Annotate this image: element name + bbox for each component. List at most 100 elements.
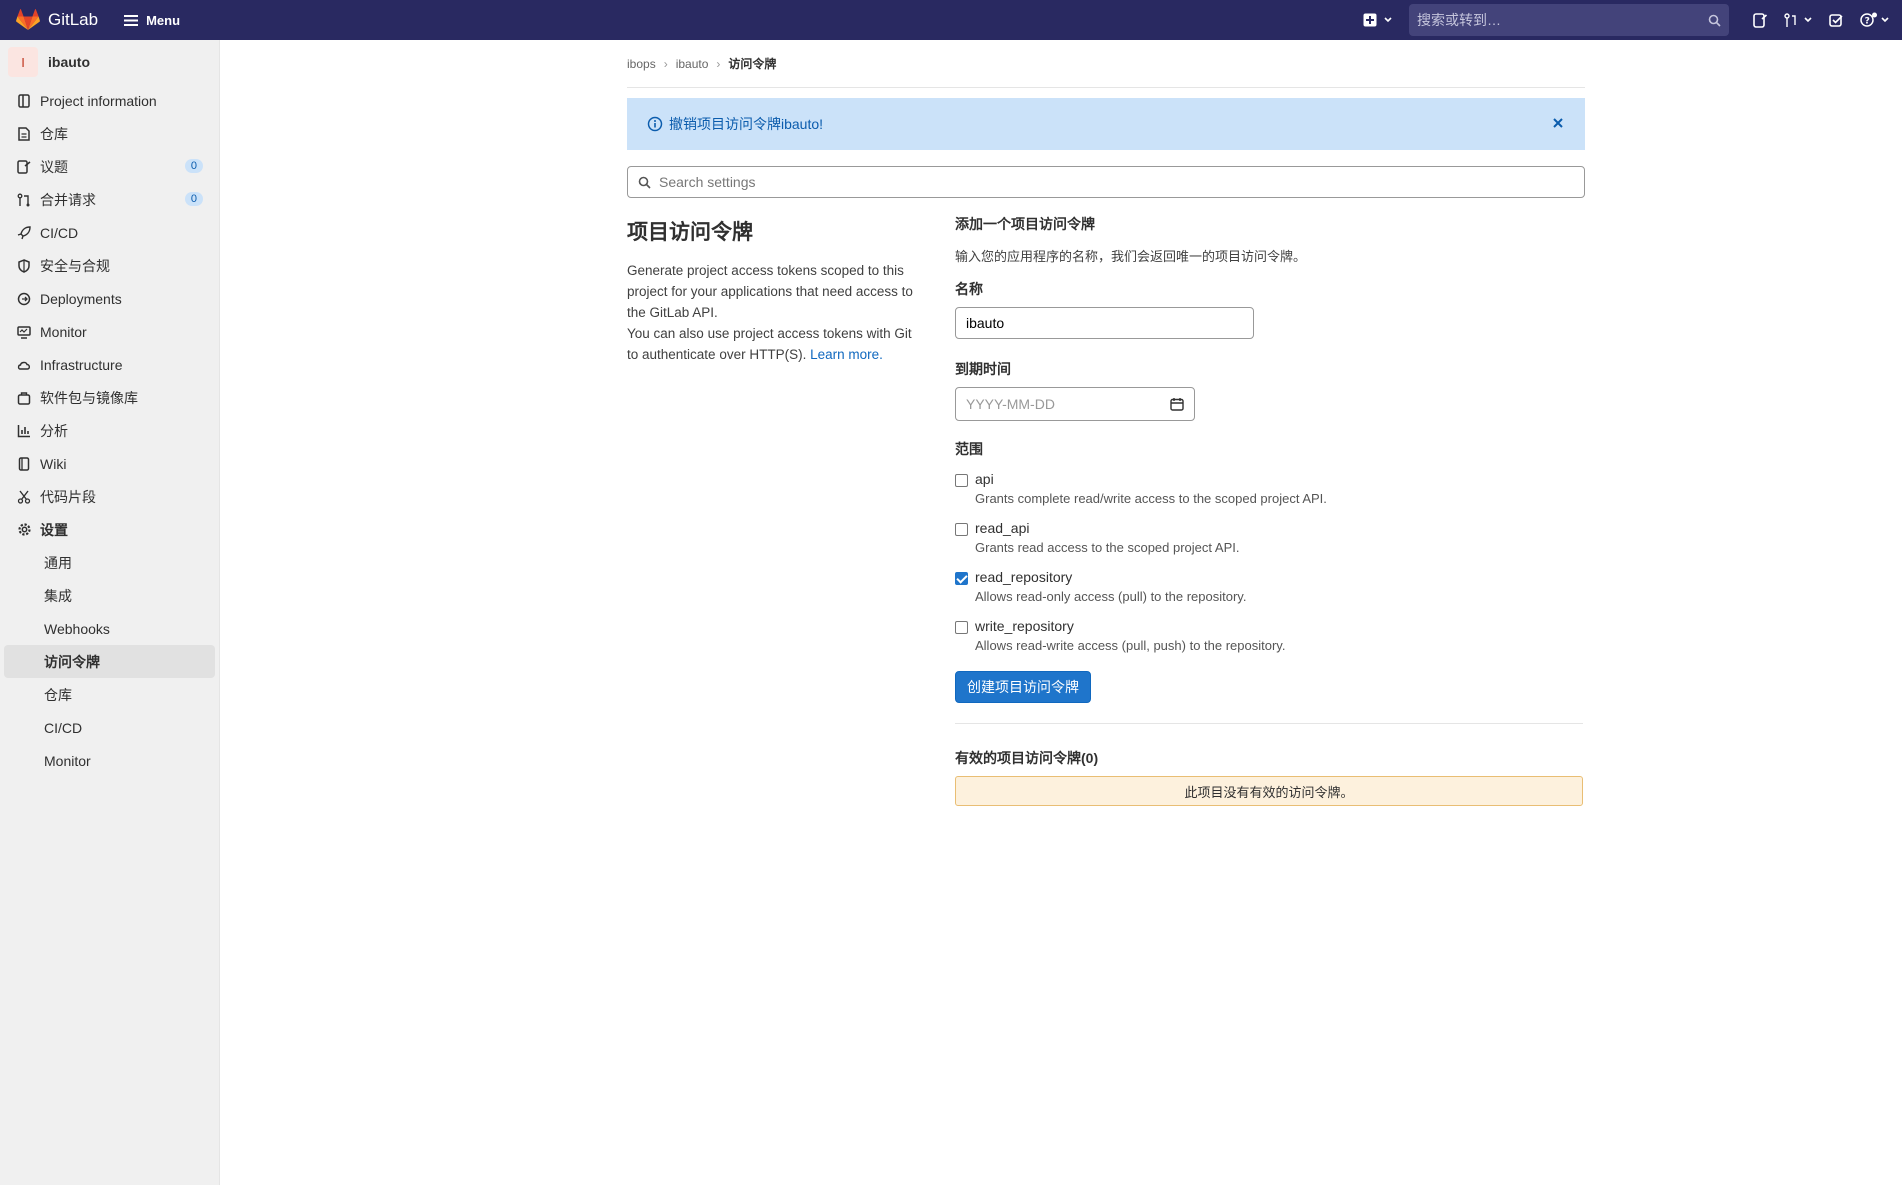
package-icon: [16, 390, 32, 406]
scope-checkbox-api[interactable]: [955, 474, 968, 487]
question-icon: ?: [1860, 12, 1877, 27]
sidebar-item-repository[interactable]: 仓库: [0, 117, 219, 150]
scope-checkbox-read-repository[interactable]: [955, 572, 968, 585]
scope-option-read-api[interactable]: read_api Grants read access to the scope…: [955, 520, 1583, 555]
sidebar-item-settings[interactable]: 设置: [0, 513, 219, 546]
sidebar-item-wiki[interactable]: Wiki: [0, 447, 219, 480]
menu-button[interactable]: Menu: [124, 13, 180, 28]
issues-icon: [1753, 12, 1768, 28]
learn-more-link[interactable]: Learn more.: [810, 347, 883, 362]
monitor-icon: [16, 324, 32, 340]
expiry-date-input[interactable]: [966, 396, 1170, 412]
scope-description: Allows read-write access (pull, push) to…: [975, 638, 1286, 653]
form-heading: 添加一个项目访问令牌: [955, 216, 1095, 232]
sidebar-item-snippets[interactable]: 代码片段: [0, 480, 219, 513]
project-sidebar: I ibauto Project information 仓库 议题 0 合并请…: [0, 40, 220, 1185]
menu-label: Menu: [146, 12, 181, 28]
sidebar-item-label: Monitor: [40, 323, 87, 340]
sidebar-subitem-cicd[interactable]: CI/CD: [4, 711, 215, 744]
sidebar-item-cicd[interactable]: CI/CD: [0, 216, 219, 249]
gitlab-home-link[interactable]: GitLab: [16, 9, 98, 31]
svg-text:?: ?: [1865, 17, 1870, 27]
sidebar-item-merge-requests[interactable]: 合并请求 0: [0, 183, 219, 216]
sidebar-item-packages[interactable]: 软件包与镜像库: [0, 381, 219, 414]
sidebar-subitem-repository[interactable]: 仓库: [4, 678, 215, 711]
scope-checkbox-write-repository[interactable]: [955, 621, 968, 634]
chevron-down-icon: [1804, 17, 1812, 23]
scope-checkbox-read-api[interactable]: [955, 523, 968, 536]
scope-name: read_api: [975, 520, 1030, 536]
brand-name: GitLab: [48, 10, 99, 29]
project-info-icon: [16, 93, 32, 109]
sidebar-item-label: 代码片段: [40, 488, 96, 505]
scope-description: Grants complete read/write access to the…: [975, 491, 1327, 506]
issues-shortcut[interactable]: [1753, 12, 1768, 28]
new-dropdown[interactable]: [1363, 13, 1393, 27]
breadcrumb-group[interactable]: ibops: [627, 57, 656, 71]
sidebar-project-link[interactable]: I ibauto: [0, 40, 219, 84]
sidebar-item-monitor[interactable]: Monitor: [0, 315, 219, 348]
sidebar-subitem-webhooks[interactable]: Webhooks: [4, 612, 215, 645]
token-name-input[interactable]: [955, 307, 1254, 339]
calendar-icon[interactable]: [1170, 397, 1184, 411]
scope-label: 范围: [955, 441, 983, 457]
close-icon[interactable]: [1551, 116, 1565, 130]
merge-request-icon: [16, 192, 32, 208]
sidebar-subitem-monitor[interactable]: Monitor: [4, 744, 215, 777]
token-form: 添加一个项目访问令牌 输入您的应用程序的名称，我们会返回唯一的项目访问令牌。 名…: [955, 214, 1583, 806]
rocket-icon: [16, 225, 32, 241]
scope-option-read-repository[interactable]: read_repository Allows read-only access …: [955, 569, 1583, 604]
hamburger-icon: [124, 14, 139, 26]
gitlab-logo-icon: [16, 9, 40, 30]
sidebar-item-issues[interactable]: 议题 0: [0, 150, 219, 183]
todos-shortcut[interactable]: [1829, 13, 1844, 28]
project-name: ibauto: [48, 54, 90, 70]
scope-description: Allows read-only access (pull) to the re…: [975, 589, 1247, 604]
sidebar-item-infrastructure[interactable]: Infrastructure: [0, 348, 219, 381]
breadcrumb-separator-icon: ›: [663, 56, 668, 71]
merge-requests-shortcut[interactable]: [1784, 12, 1813, 28]
breadcrumb: ibops › ibauto › 访问令牌: [627, 40, 1585, 88]
form-hint: 输入您的应用程序的名称，我们会返回唯一的项目访问令牌。: [955, 249, 1307, 264]
active-tokens-heading: 有效的项目访问令牌(0): [955, 750, 1099, 766]
shield-icon: [16, 258, 32, 274]
scope-name: read_repository: [975, 569, 1073, 585]
global-search-input[interactable]: [1417, 12, 1708, 28]
sidebar-item-label: 分析: [40, 422, 68, 439]
sidebar-subitem-access-tokens[interactable]: 访问令牌: [4, 645, 215, 678]
sidebar-subitem-integrations[interactable]: 集成: [4, 579, 215, 612]
repository-icon: [16, 126, 32, 142]
expiry-date-field[interactable]: [955, 387, 1195, 421]
name-label: 名称: [955, 281, 983, 297]
sidebar-item-label: Project information: [40, 92, 157, 109]
create-token-button[interactable]: 创建项目访问令牌: [955, 671, 1091, 703]
sidebar-subitem-general[interactable]: 通用: [4, 546, 215, 579]
breadcrumb-current[interactable]: 访问令牌: [728, 55, 776, 72]
sidebar-item-label: 合并请求: [40, 191, 96, 208]
sidebar-item-label: Wiki: [40, 455, 67, 472]
scope-option-api[interactable]: api Grants complete read/write access to…: [955, 471, 1583, 506]
help-dropdown[interactable]: ?: [1860, 12, 1890, 28]
todo-done-icon: [1829, 13, 1843, 27]
search-settings-input[interactable]: [659, 174, 1574, 190]
sidebar-item-label: 仓库: [40, 125, 68, 142]
global-search[interactable]: [1409, 4, 1729, 36]
search-settings-box[interactable]: [627, 166, 1585, 198]
sidebar-item-label: Deployments: [40, 290, 122, 307]
sidebar-item-label: 安全与合规: [40, 257, 110, 274]
sidebar-item-analytics[interactable]: 分析: [0, 414, 219, 447]
cloud-icon: [16, 357, 32, 373]
scope-name: api: [975, 471, 994, 487]
sidebar-item-deployments[interactable]: Deployments: [0, 282, 219, 315]
sidebar-item-project-information[interactable]: Project information: [0, 84, 219, 117]
section-description: 项目访问令牌 Generate project access tokens sc…: [627, 214, 927, 806]
description-text-1: Generate project access tokens scoped to…: [627, 263, 913, 320]
gear-icon: [16, 522, 32, 538]
breadcrumb-project[interactable]: ibauto: [676, 57, 709, 71]
sidebar-item-security[interactable]: 安全与合规: [0, 249, 219, 282]
info-icon: [647, 116, 663, 132]
scope-option-write-repository[interactable]: write_repository Allows read-write acces…: [955, 618, 1583, 653]
deployments-icon: [16, 291, 32, 307]
project-avatar: I: [8, 47, 38, 77]
info-alert: 撤销项目访问令牌ibauto!: [627, 98, 1585, 150]
